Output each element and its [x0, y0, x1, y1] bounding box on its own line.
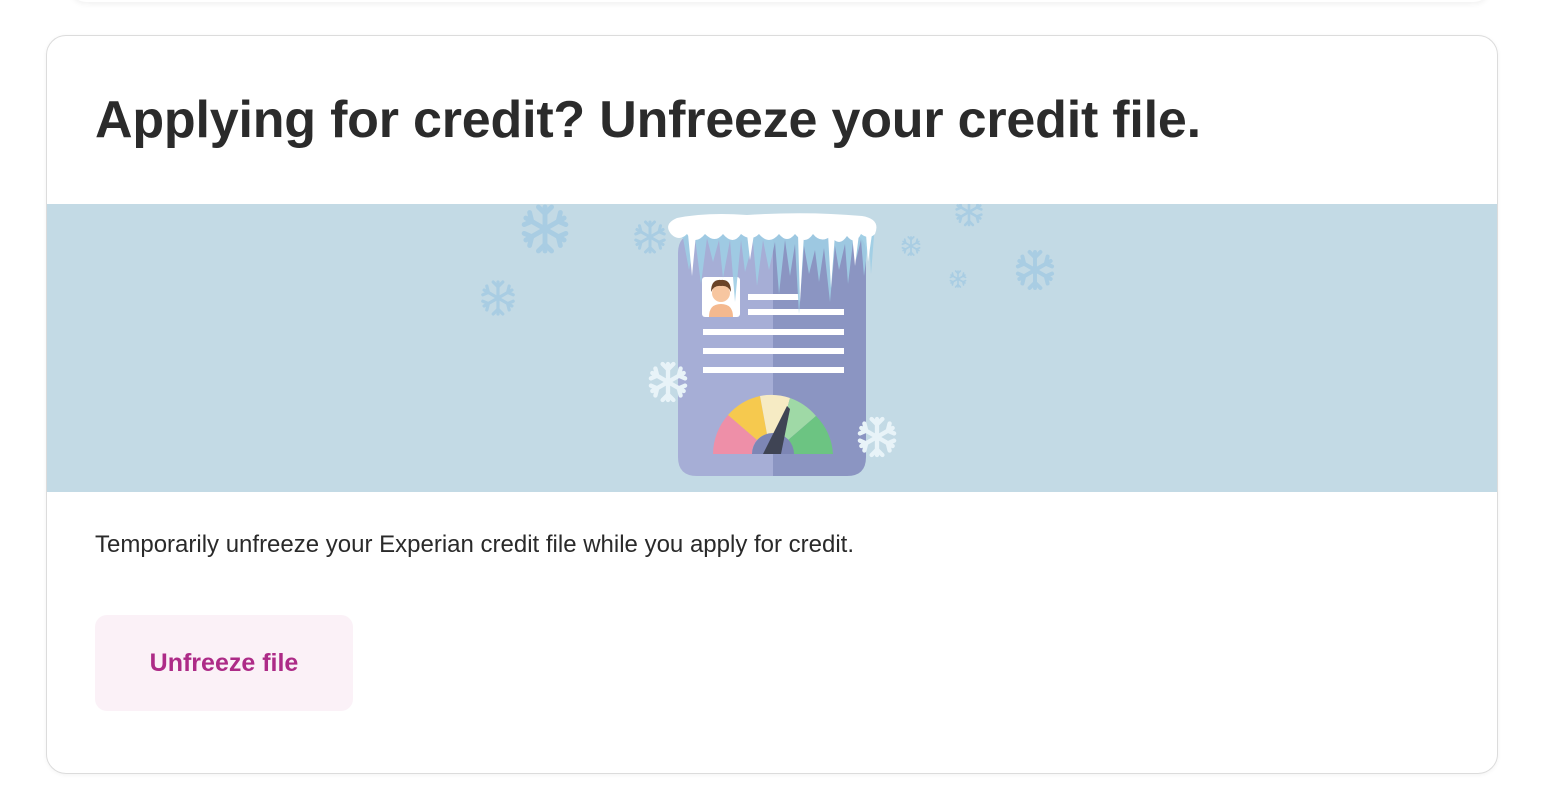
snowflake-icon [634, 220, 666, 254]
snowflake-icon [524, 207, 566, 251]
frozen-credit-report-illustration [481, 204, 1055, 476]
snowflake-icon [955, 204, 983, 227]
snowflake-icon [949, 270, 967, 288]
card-description: Temporarily unfreeze your Experian credi… [95, 531, 855, 558]
card-title: Applying for credit? Unfreeze your credi… [95, 91, 1201, 149]
unfreeze-file-button[interactable]: Unfreeze file [95, 615, 353, 711]
snowflake-icon [1015, 250, 1055, 290]
previous-card-edge [70, 0, 1490, 2]
unfreeze-credit-card: Applying for credit? Unfreeze your credi… [46, 35, 1498, 774]
snowflake-icon [901, 236, 921, 256]
credit-report-document [668, 213, 877, 476]
illustration-banner [47, 204, 1497, 492]
snowflake-icon [481, 280, 515, 316]
